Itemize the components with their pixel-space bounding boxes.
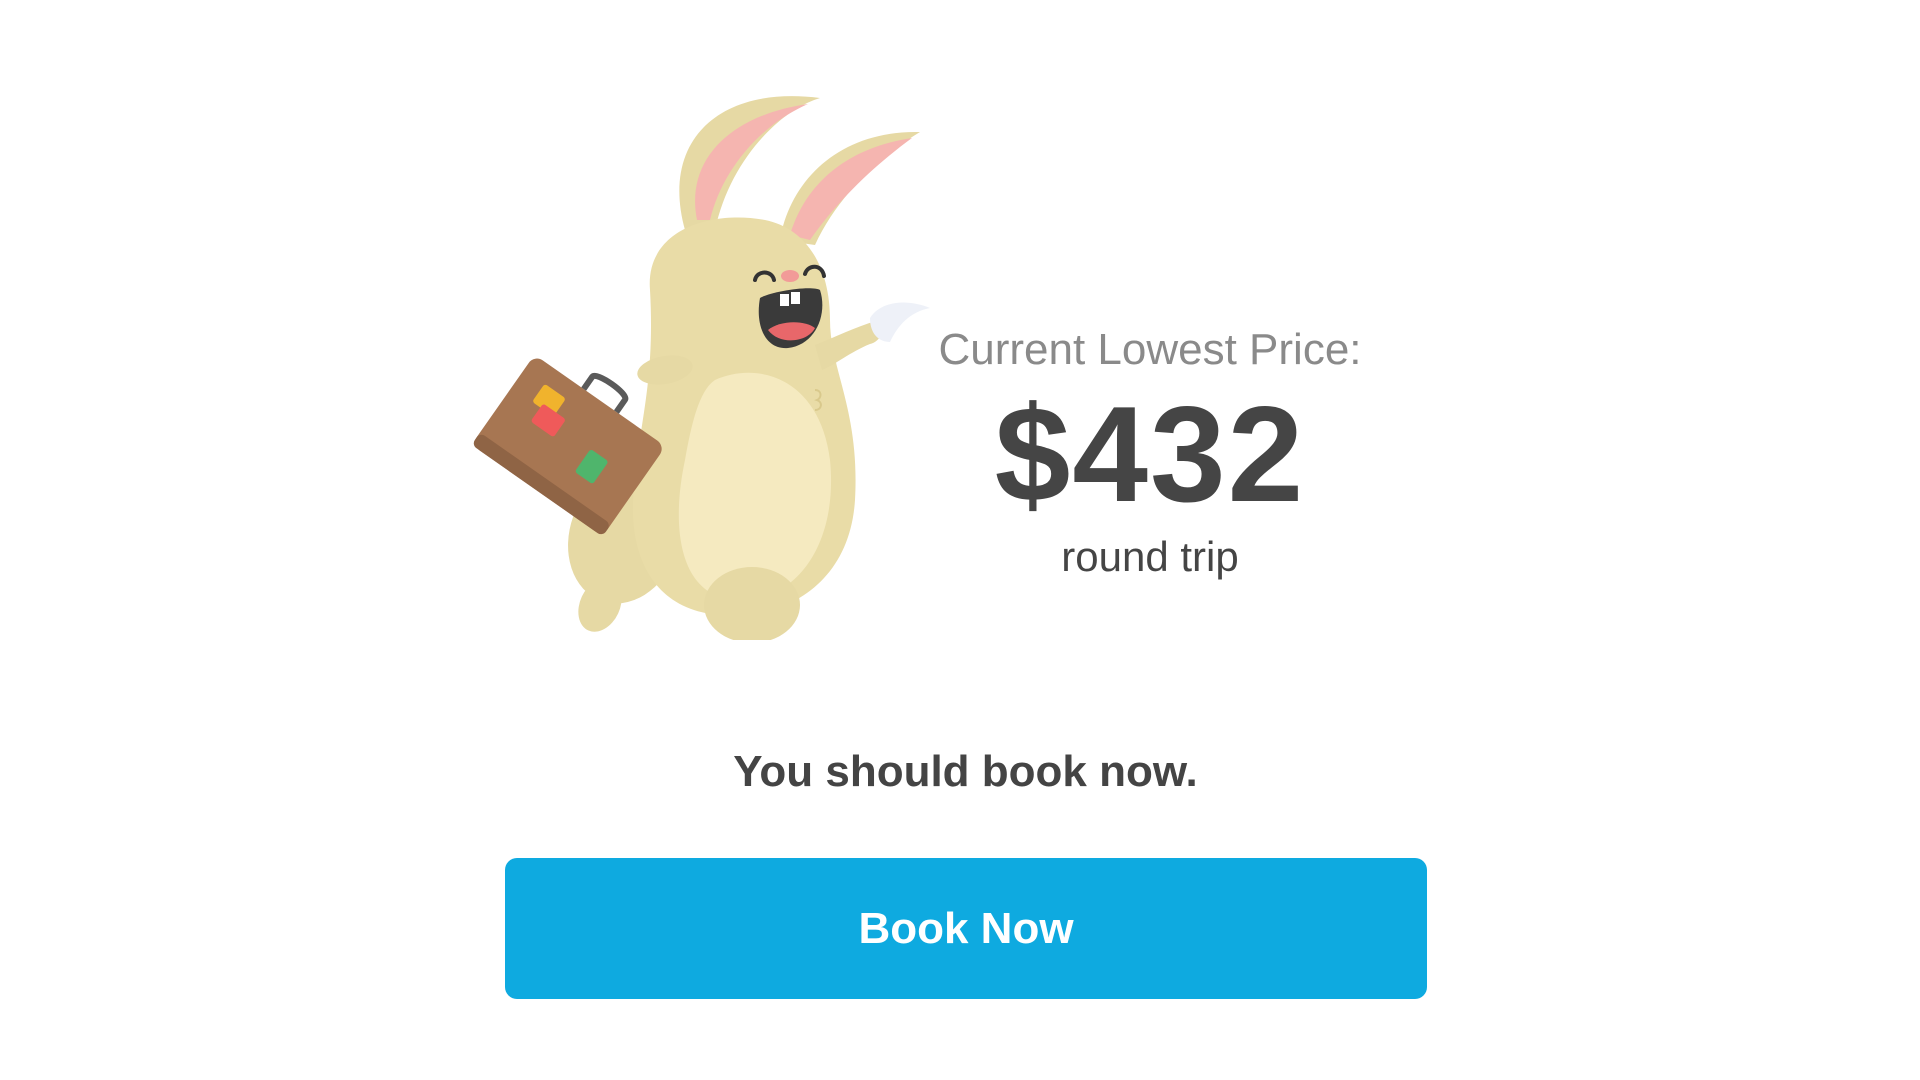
trip-type-label: round trip xyxy=(1061,532,1239,580)
recommendation-text: You should book now. xyxy=(733,747,1198,796)
price-label: Current Lowest Price: xyxy=(938,325,1362,374)
bunny-with-suitcase-icon xyxy=(473,96,930,640)
book-now-button[interactable]: Book Now xyxy=(505,858,1427,999)
price-value: $432 xyxy=(994,377,1306,530)
price-card: Current Lowest Price: $432 round trip xyxy=(900,325,1400,582)
bunny-illustration xyxy=(460,80,960,640)
